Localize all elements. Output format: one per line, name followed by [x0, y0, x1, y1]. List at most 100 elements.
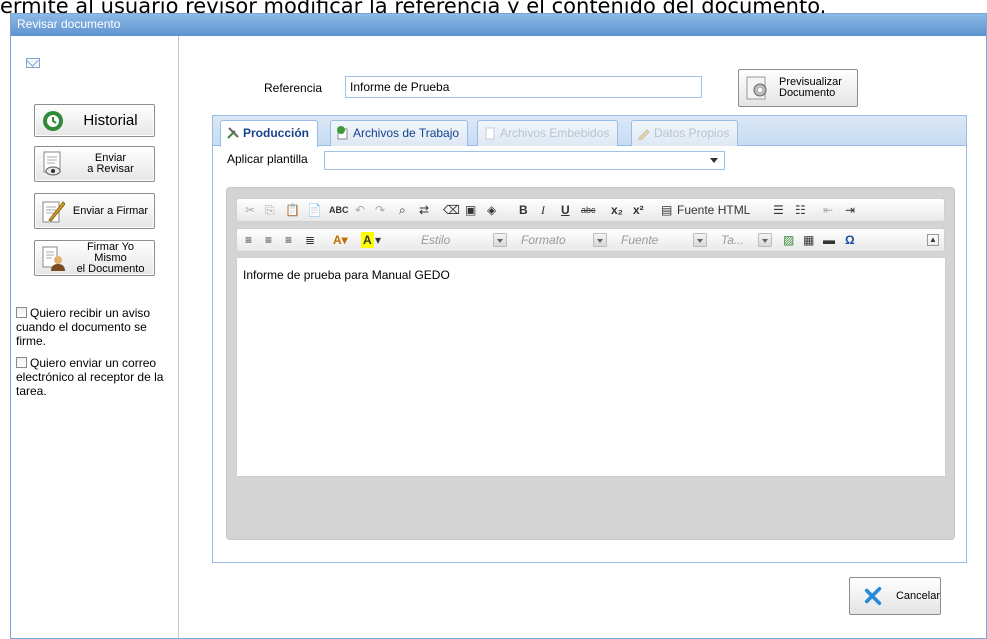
align-right-icon[interactable]: ≡	[285, 232, 292, 248]
left-sidebar: Historial Enviar a Revisar Enviar a Firma…	[11, 36, 179, 638]
referencia-label: Referencia	[264, 81, 323, 95]
formato-combo[interactable]: Formato	[515, 230, 610, 250]
text-color-icon[interactable]: A▾	[333, 232, 348, 248]
attachment-add-icon	[337, 126, 348, 140]
editor-toolbar-row-1: ✂ ⎘ 📋 📄 ABC ↶ ↷ ⌕ ⇄ ⌫ ▣ ◈ B I U abc x₂ x…	[236, 198, 945, 222]
revisar-documento-window: Revisar documento Historial Enviar a Revi…	[10, 13, 987, 639]
envelope-icon[interactable]	[26, 58, 40, 68]
subscript-icon[interactable]: x₂	[611, 202, 623, 218]
superscript-icon[interactable]: x²	[633, 202, 644, 218]
align-justify-icon[interactable]: ≣	[305, 232, 315, 248]
bg-color-icon[interactable]: A	[361, 232, 374, 248]
eraser-icon[interactable]: ⌫	[443, 202, 460, 218]
firmar-yo-label-2: el Documento	[76, 262, 145, 275]
editor-toolbar-row-2: ≡ ≡ ≡ ≣ A▾ A ▾ Estilo Formato Fuente Ta.…	[236, 228, 945, 252]
fuente-html-button[interactable]: Fuente HTML	[677, 202, 750, 218]
history-icon	[43, 110, 63, 131]
enviar-revisar-button[interactable]: Enviar a Revisar	[34, 146, 155, 182]
redo-icon[interactable]: ↷	[375, 202, 385, 218]
window-title: Revisar documento	[11, 14, 986, 36]
indent-icon[interactable]: ⇥	[845, 202, 855, 218]
chevron-down-icon	[758, 233, 772, 247]
cut-icon[interactable]: ✂	[245, 202, 255, 218]
formato-label: Formato	[521, 233, 566, 247]
spellcheck-icon[interactable]: ABC	[329, 202, 349, 218]
underline-icon[interactable]: U	[561, 202, 570, 218]
special-char-icon[interactable]: Ω	[845, 232, 855, 248]
aviso-checkbox[interactable]	[16, 307, 27, 318]
tab-archivos-embebidos[interactable]: Archivos Embebidos	[477, 120, 619, 146]
previsualizar-button[interactable]: Previsualizar Documento	[738, 69, 858, 107]
align-left-icon[interactable]: ≡	[245, 232, 252, 248]
find-icon[interactable]: ⌕	[399, 202, 406, 218]
align-center-icon[interactable]: ≡	[265, 232, 272, 248]
tab-produccion-label: Producción	[243, 126, 310, 140]
main-area: Referencia Informe de Prueba Previsualiz…	[180, 36, 986, 638]
chevron-down-icon	[693, 233, 707, 247]
cancelar-label: Cancelar	[895, 590, 940, 602]
paste-icon[interactable]: 📋	[285, 202, 300, 218]
correo-checkbox[interactable]	[16, 357, 27, 368]
tab-strip: Producción Archivos de Trabajo Archivos …	[213, 116, 966, 147]
aviso-checkbox-row[interactable]: Quiero recibir un aviso cuando el docume…	[16, 306, 176, 348]
preview-label-2: Documento	[779, 87, 836, 99]
tab-archivos-embebidos-label: Archivos Embebidos	[500, 126, 610, 140]
aviso-label: Quiero recibir un aviso cuando el docume…	[16, 306, 151, 348]
user-document-icon	[42, 246, 65, 271]
paste-word-icon[interactable]: 📄	[307, 202, 322, 218]
tab-archivos-trabajo-label: Archivos de Trabajo	[353, 126, 460, 140]
chevron-down-icon	[593, 233, 607, 247]
bg-color-arrow-icon[interactable]: ▾	[375, 232, 381, 248]
cancelar-button[interactable]: Cancelar	[849, 577, 941, 615]
replace-icon[interactable]: ⇄	[419, 202, 429, 218]
bold-icon[interactable]: B	[519, 202, 528, 218]
preview-gear-icon	[746, 76, 767, 100]
edit-data-icon	[638, 129, 650, 140]
historial-button[interactable]: Historial	[34, 104, 155, 137]
fullscreen-icon[interactable]: ◈	[487, 202, 496, 218]
tab-archivos-trabajo[interactable]: Archivos de Trabajo	[330, 120, 469, 146]
tamano-label: Ta...	[721, 233, 744, 247]
enviar-firmar-label: Enviar a Firmar	[72, 204, 149, 217]
correo-label: Quiero enviar un correo electrónico al r…	[16, 356, 164, 398]
source-html-icon[interactable]: ▤	[661, 202, 672, 218]
editor-content[interactable]: Informe de prueba para Manual GEDO	[236, 257, 946, 477]
italic-icon[interactable]: I	[541, 202, 545, 218]
tab-datos-propios-label: Datos Propios	[654, 126, 730, 140]
bullet-list-icon[interactable]: ☷	[795, 202, 806, 218]
horizontal-rule-icon[interactable]: ▬	[823, 232, 835, 248]
enviar-revisar-label-2: a Revisar	[87, 163, 134, 175]
copy-icon[interactable]: ⎘	[265, 202, 275, 218]
plantilla-label: Aplicar plantilla	[227, 152, 308, 166]
embedded-file-icon	[485, 127, 495, 140]
table-icon[interactable]: ▦	[803, 232, 814, 248]
sign-pen-icon	[42, 201, 65, 223]
fuente-label: Fuente	[621, 233, 659, 247]
firmar-yo-mismo-button[interactable]: Firmar Yo Mismo el Documento	[34, 240, 155, 276]
historial-label: Historial	[83, 112, 138, 129]
correo-checkbox-row[interactable]: Quiero enviar un correo electrónico al r…	[16, 356, 176, 398]
numbered-list-icon[interactable]: ☰	[773, 202, 784, 218]
firmar-yo-label-1: Firmar Yo Mismo	[86, 240, 135, 264]
tamano-combo[interactable]: Ta...	[715, 230, 775, 250]
tab-datos-propios[interactable]: Datos Propios	[631, 120, 739, 146]
cancel-x-icon	[864, 586, 882, 606]
enviar-firmar-button[interactable]: Enviar a Firmar	[34, 193, 155, 229]
document-eye-icon	[43, 151, 61, 176]
tools-icon	[227, 127, 239, 139]
select-all-icon[interactable]: ▣	[465, 202, 476, 218]
undo-icon[interactable]: ↶	[355, 202, 365, 218]
estilo-combo[interactable]: Estilo	[415, 230, 510, 250]
image-icon[interactable]: ▨	[783, 232, 794, 248]
referencia-input[interactable]: Informe de Prueba	[345, 76, 702, 98]
estilo-label: Estilo	[421, 233, 451, 247]
chevron-down-icon	[493, 233, 507, 247]
tab-panel: Producción Archivos de Trabajo Archivos …	[212, 115, 967, 563]
plantilla-select[interactable]	[324, 151, 725, 170]
strikethrough-icon[interactable]: abc	[581, 202, 596, 218]
outdent-icon[interactable]: ⇤	[823, 202, 833, 218]
rich-text-editor: ✂ ⎘ 📋 📄 ABC ↶ ↷ ⌕ ⇄ ⌫ ▣ ◈ B I U abc x₂ x…	[226, 187, 955, 540]
fuente-combo[interactable]: Fuente	[615, 230, 710, 250]
tab-produccion[interactable]: Producción	[220, 120, 319, 147]
collapse-toolbar-icon[interactable]: ▲	[927, 234, 939, 246]
